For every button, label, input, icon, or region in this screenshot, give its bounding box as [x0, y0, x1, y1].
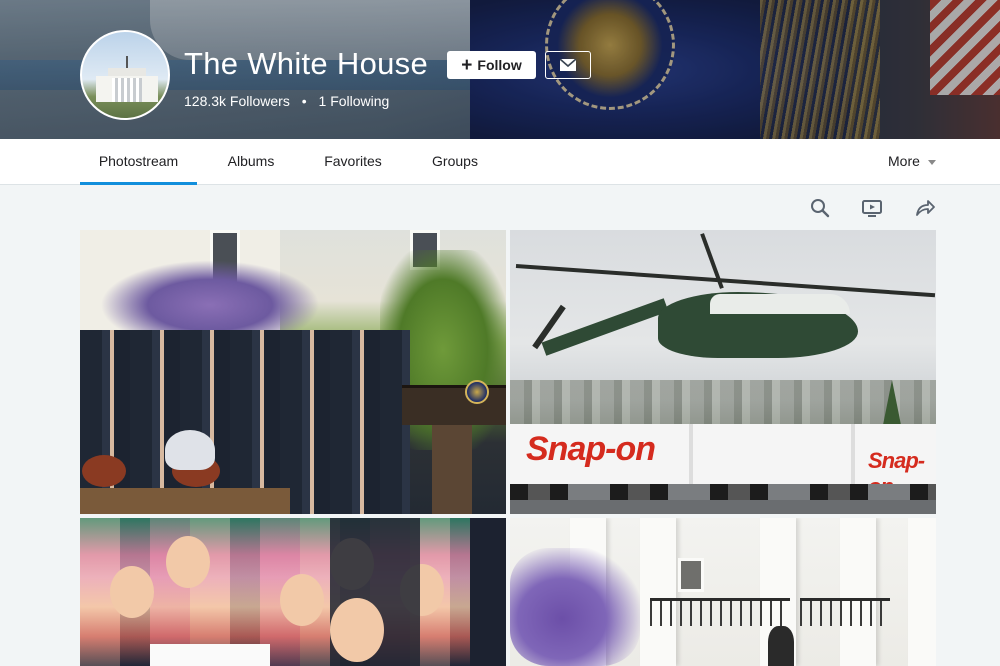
tab-albums[interactable]: Albums: [216, 139, 286, 185]
photo-face: [330, 598, 384, 662]
chevron-down-icon: [927, 159, 936, 165]
message-button[interactable]: [545, 51, 591, 79]
photo-column: [908, 518, 936, 666]
slideshow-icon[interactable]: [860, 196, 884, 220]
stats-separator: •: [301, 93, 307, 109]
photo-balcony-rail: [650, 598, 790, 626]
follow-button[interactable]: + Follow: [447, 51, 536, 79]
search-icon[interactable]: [808, 196, 832, 220]
photo-helmet: [165, 430, 215, 470]
profile-subnav: Photostream Albums Favorites Groups More: [0, 139, 1000, 185]
photo-wisteria: [510, 548, 640, 666]
photo-seal: [465, 380, 489, 404]
photo-column: [840, 518, 876, 666]
followers-count[interactable]: 128.3k Followers: [184, 93, 290, 109]
photo-face: [280, 574, 324, 626]
avatar-columns: [112, 78, 142, 102]
envelope-icon: [560, 59, 576, 71]
profile-name: The White House: [184, 46, 428, 81]
photo-white-house-portico[interactable]: [510, 518, 936, 666]
photo-helicopter-top: [710, 294, 850, 314]
photo-truck-wheels: [510, 484, 936, 500]
plus-icon: +: [461, 54, 473, 76]
tab-favorites[interactable]: Favorites: [313, 139, 393, 185]
photo-football: [82, 455, 126, 487]
photo-patriots-ceremony[interactable]: [80, 230, 506, 514]
more-label: More: [888, 153, 920, 169]
photo-podium: [402, 385, 506, 425]
tab-photostream[interactable]: Photostream: [80, 139, 197, 185]
photo-crowd: [80, 330, 410, 514]
photo-column: [640, 518, 676, 666]
photo-children-crowd[interactable]: [80, 518, 506, 666]
share-icon[interactable]: [913, 196, 937, 220]
photo-face: [166, 536, 210, 588]
photo-ground: [510, 500, 936, 514]
tab-groups[interactable]: Groups: [422, 139, 488, 185]
more-menu[interactable]: More: [888, 139, 936, 185]
photo-podium-stand: [432, 425, 472, 514]
photo-face: [110, 566, 154, 618]
photo-lantern: [768, 626, 794, 666]
profile-stats: 128.3k Followers • 1 Following: [184, 93, 389, 109]
photo-balcony-rail: [800, 598, 890, 626]
profile-avatar[interactable]: [80, 30, 170, 120]
follow-label: Follow: [477, 57, 522, 73]
following-count[interactable]: 1 Following: [319, 93, 390, 109]
photo-table: [80, 488, 290, 514]
photo-window: [678, 558, 704, 592]
photo-truck-logo: Snap-on: [526, 430, 656, 468]
photo-paper: [150, 644, 270, 666]
avatar-flagpole: [126, 56, 128, 68]
photo-suit: [470, 518, 506, 666]
photo-marine-one[interactable]: Snap-on Snap-on: [510, 230, 936, 514]
